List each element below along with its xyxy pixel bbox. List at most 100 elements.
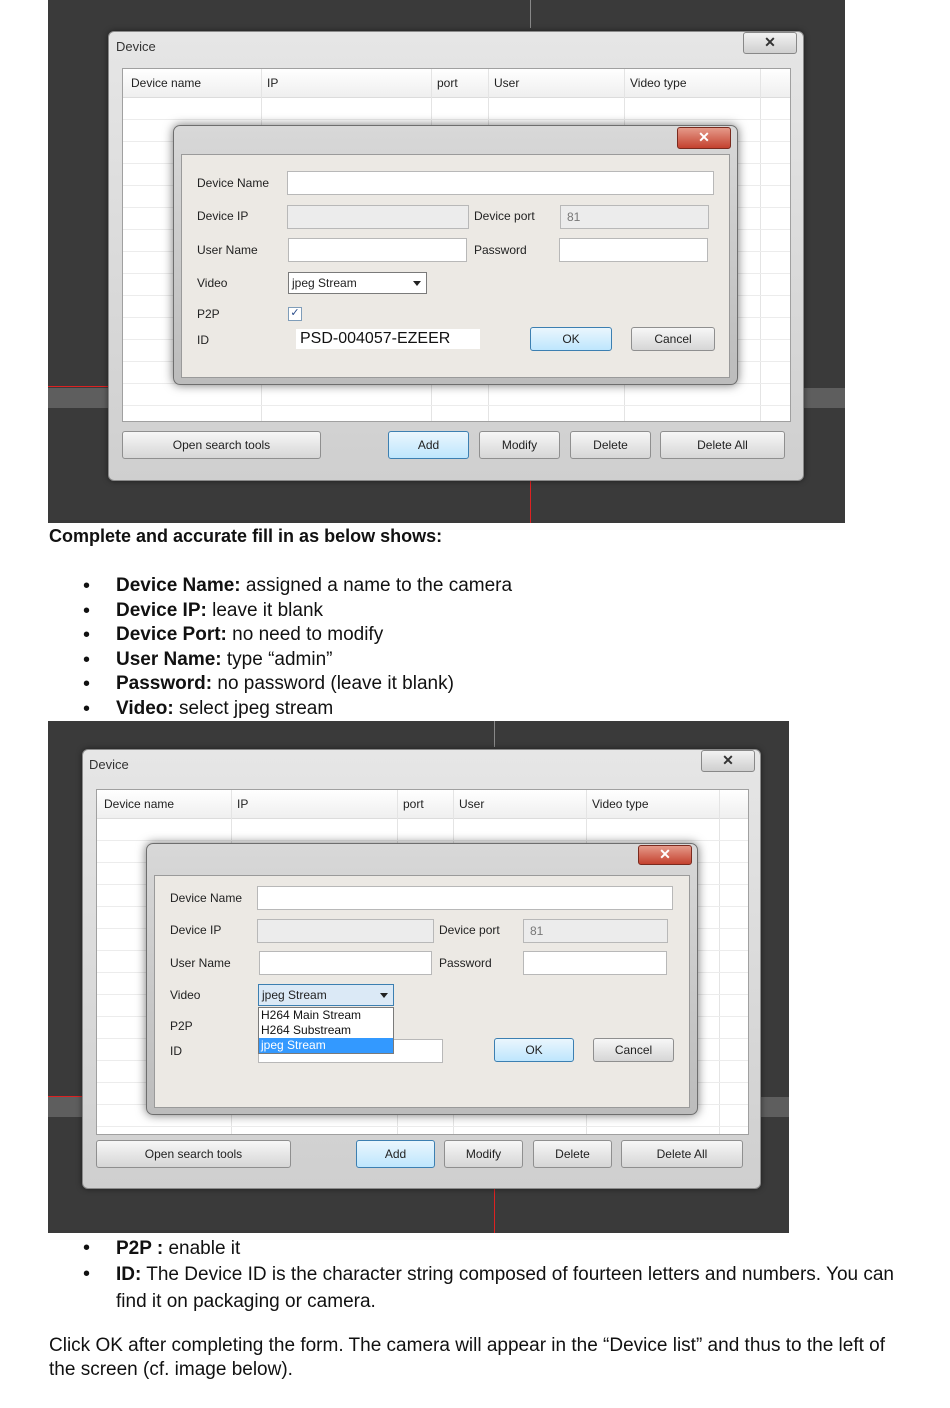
id-field[interactable]: PSD-004057-EZEER [296,329,480,349]
modify-button[interactable]: Modify [444,1140,523,1168]
list-item: User Name: type “admin” [0,648,876,673]
term: Password: [116,673,213,695]
row-line [97,1126,748,1127]
description: no need to modify [226,624,384,646]
instruction-caption: Complete and accurate fill in as below s… [49,526,443,546]
cancel-button[interactable]: Cancel [631,327,715,351]
column-header[interactable]: port [437,76,458,90]
grid-line [494,1187,495,1233]
term: Device IP: [116,599,207,621]
column-header[interactable]: User [459,797,484,811]
id-label: ID [170,1044,182,1058]
table-header: Device name IP port User Video type [123,69,790,98]
row-line [97,840,748,841]
device-name-field[interactable] [257,886,673,910]
p2p-label: P2P [197,307,220,321]
device-ip-field[interactable] [287,205,469,229]
dropdown-option[interactable]: H264 Substream [259,1023,393,1038]
column-header[interactable]: port [403,797,424,811]
close-icon[interactable]: ✕ [743,32,797,54]
description: select jpeg stream [173,697,334,719]
video-label: Video [170,988,201,1002]
term: Video: [116,697,174,719]
close-icon[interactable]: ✕ [638,845,692,865]
chevron-down-icon [413,281,421,286]
row-line [123,405,790,406]
list-item: P2P : enable it [0,1236,876,1261]
description: no password (leave it blank) [212,673,454,695]
password-field[interactable] [523,951,667,975]
device-ip-label: Device IP [170,923,222,937]
delete-all-button[interactable]: Delete All [660,431,785,459]
field-instructions-list: Device Name: assigned a name to the came… [0,574,876,722]
delete-all-button[interactable]: Delete All [621,1140,743,1168]
device-ip-field[interactable] [257,919,434,943]
id-label: ID [197,333,209,347]
description: assigned a name to the camera [240,575,513,596]
device-port-field[interactable]: 81 [523,919,668,943]
add-device-dialog: ✕ Device Name Device IP Device port 81 U… [173,125,738,385]
grid-line [530,0,531,28]
dropdown-option[interactable]: H264 Main Stream [259,1008,393,1023]
column-header[interactable]: Video type [630,76,687,90]
device-port-label: Device port [439,923,500,937]
term: User Name: [116,648,222,670]
device-port-field[interactable]: 81 [560,205,709,229]
video-label: Video [197,276,228,290]
screenshot-device-dialog-1: Device ✕ Device name IP port User Video … [48,0,845,523]
term: ID: [116,1264,142,1285]
close-icon[interactable]: ✕ [677,127,731,149]
close-icon[interactable]: ✕ [701,750,755,772]
list-item: Password: no password (leave it blank) [0,672,876,697]
description: enable it [163,1238,241,1259]
open-search-tools-button[interactable]: Open search tools [122,431,321,459]
user-name-field[interactable] [288,238,467,262]
video-select[interactable]: jpeg Stream [288,272,427,294]
ok-button[interactable]: OK [494,1038,574,1062]
device-name-label: Device Name [197,176,270,190]
column-header[interactable]: Device name [131,76,201,90]
ok-button[interactable]: OK [530,327,612,351]
screenshot-device-dialog-2: Device ✕ Device name IP port User Video … [48,721,789,1233]
window-title: Device [89,757,129,772]
user-name-label: User Name [170,956,231,970]
delete-button[interactable]: Delete [570,431,651,459]
p2p-label: P2P [170,1019,193,1033]
list-item: Device Port: no need to modify [0,623,876,648]
row-line [123,119,790,120]
grid-line [48,1096,82,1097]
video-select[interactable]: jpeg Stream [258,984,394,1006]
list-item: ID: The Device ID is the character strin… [0,1261,896,1315]
modify-button[interactable]: Modify [479,431,560,459]
field-instructions-list-2: P2P : enable it ID: The Device ID is the… [0,1236,896,1315]
column-header[interactable]: Device name [104,797,174,811]
user-name-label: User Name [197,243,258,257]
column-header[interactable]: Video type [592,797,649,811]
grid-line [48,386,108,387]
term: Device Name: [116,575,241,596]
list-item: Video: select jpeg stream [0,697,876,722]
p2p-checkbox[interactable]: ✓ [288,307,302,321]
cancel-button[interactable]: Cancel [593,1038,674,1062]
add-button[interactable]: Add [388,431,469,459]
column-header[interactable]: IP [267,76,278,90]
column-header[interactable]: User [494,76,519,90]
user-name-field[interactable] [259,951,432,975]
grid-line [530,480,531,523]
add-button[interactable]: Add [356,1140,435,1168]
final-paragraph: Click OK after completing the form. The … [49,1335,886,1380]
device-port-label: Device port [474,209,535,223]
window-title: Device [116,39,156,54]
list-item: Device IP: leave it blank [0,599,876,624]
video-dropdown: H264 Main Stream H264 Substream jpeg Str… [258,1007,394,1054]
password-field[interactable] [559,238,708,262]
description: leave it blank [206,599,324,621]
open-search-tools-button[interactable]: Open search tools [96,1140,291,1168]
dropdown-option-selected[interactable]: jpeg Stream [259,1038,393,1053]
delete-button[interactable]: Delete [533,1140,612,1168]
grid-line [494,721,495,747]
term: Device Port: [116,624,227,646]
password-label: Password [474,243,527,257]
device-name-field[interactable] [287,171,714,195]
column-header[interactable]: IP [237,797,248,811]
